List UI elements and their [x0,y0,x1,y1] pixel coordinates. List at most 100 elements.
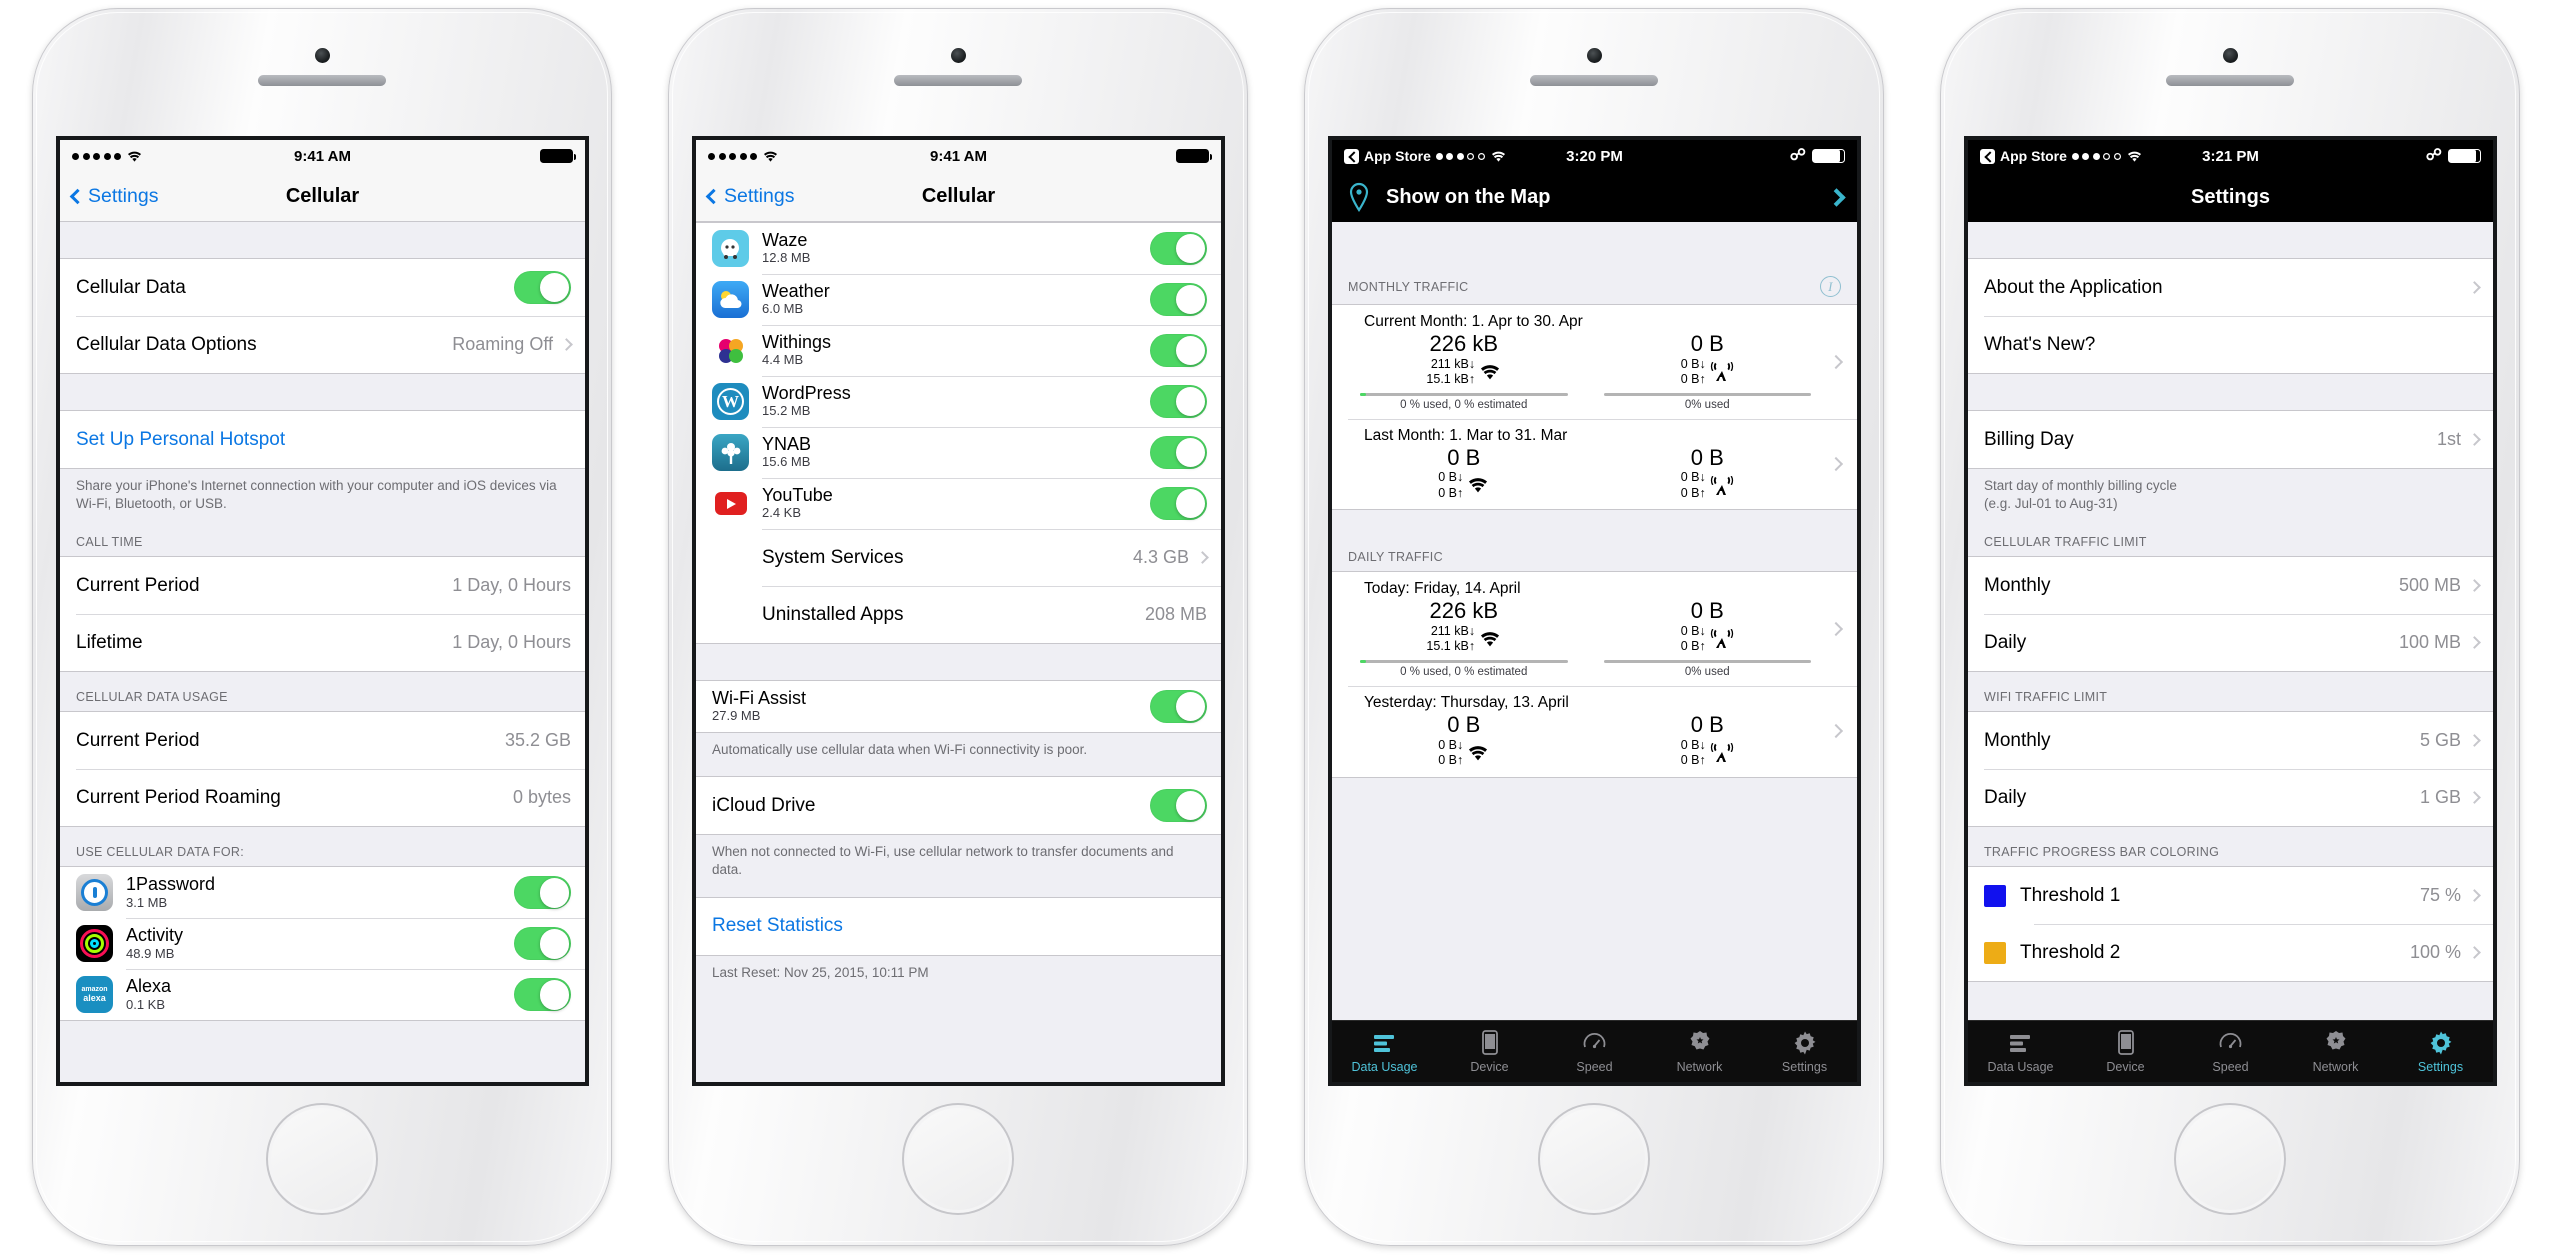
cellular-data-toggle[interactable] [514,271,571,304]
traffic-list[interactable]: MONTHLY TRAFFIC i Current Month: 1. Apr … [1332,222,1857,1020]
back-button-1[interactable]: Settings [69,185,158,208]
chevron-right-icon [1827,187,1846,207]
app-toggle-weather[interactable] [1150,283,1207,316]
row-label: Daily [1984,631,2027,653]
row-wifi-monthly[interactable]: Monthly 5 GB [1968,712,2493,770]
settings-list-2[interactable]: Waze 12.8 MB Weather 6.0 MB Withings 4.4… [696,222,1221,1082]
tab-device[interactable]: Device [2073,1021,2178,1082]
back-button-2[interactable]: Settings [705,185,794,208]
tab-settings[interactable]: Settings [1752,1021,1857,1082]
row-wifi-daily[interactable]: Daily 1 GB [1968,769,2493,827]
row-cellular-monthly[interactable]: Monthly 500 MB [1968,557,2493,615]
info-icon[interactable]: i [1820,276,1841,297]
row-call-time-lifetime[interactable]: Lifetime 1 Day, 0 Hours [60,614,585,672]
row-uninstalled-apps[interactable]: Uninstalled Apps 208 MB [696,586,1221,643]
home-button[interactable] [902,1103,1014,1215]
traffic-row-current-month[interactable]: Current Month: 1. Apr to 30. Apr 226 kB … [1332,305,1857,419]
settings-list-4[interactable]: About the Application What's New? Billin… [1968,222,2493,1020]
traffic-inner: Today: Friday, 14. April 226 kB 211 kB↓ … [1342,580,1829,678]
row-cellular-data[interactable]: Cellular Data [60,259,585,316]
screen-2: 9:41 AM Settings Cellular Waze 12.8 MB W… [696,140,1221,1082]
youtube-icon [712,485,749,522]
traffic-row-yesterday[interactable]: Yesterday: Thursday, 13. April 0 B 0 B↓ … [1332,685,1857,777]
chevron-right-icon [2468,734,2481,748]
row-wifi-assist[interactable]: Wi-Fi Assist 27.9 MB [696,681,1221,732]
row-threshold-1[interactable]: Threshold 1 75 % [1968,867,2493,925]
status-left-4: App Store [1980,148,2143,164]
tab-data-usage[interactable]: Data Usage [1332,1021,1437,1082]
cell-up: 0 B [1680,639,1700,654]
app-row-1password[interactable]: 1Password 3.1 MB [60,867,585,919]
cell-total: 0 B [1690,711,1724,737]
app-row-waze[interactable]: Waze 12.8 MB [696,223,1221,274]
home-button[interactable] [1538,1103,1650,1215]
status-back-app-4[interactable]: App Store [1980,148,2067,164]
icloud-drive-toggle[interactable] [1150,789,1207,823]
row-data-current-period[interactable]: Current Period 35.2 GB [60,712,585,770]
row-set-up-personal-hotspot[interactable]: Set Up Personal Hotspot [60,411,585,468]
group-about: About the Application What's New? [1968,258,2493,374]
home-button[interactable] [2174,1103,2286,1215]
row-cellular-daily[interactable]: Daily 100 MB [1968,614,2493,672]
traffic-row-last-month[interactable]: Last Month: 1. Mar to 31. Mar 0 B 0 B↓ 0… [1332,418,1857,510]
row-system-services[interactable]: System Services 4.3 GB [696,529,1221,586]
wifi-icon [1469,745,1488,760]
tab-network[interactable]: Network [1647,1021,1752,1082]
row-billing-day[interactable]: Billing Day 1st [1968,411,2493,468]
row-cellular-data-options[interactable]: Cellular Data Options Roaming Off [60,316,585,373]
show-on-map-bar[interactable]: Show on the Map [1332,172,1857,222]
map-pin-icon [1349,182,1369,212]
app-toggle-activity[interactable] [514,927,571,961]
row-call-time-current-period[interactable]: Current Period 1 Day, 0 Hours [60,557,585,615]
tab-data-usage[interactable]: Data Usage [1968,1021,2073,1082]
wifi-down-up: 0 B↓ 0 B↑ [1438,470,1464,500]
row-about-the-application[interactable]: About the Application [1968,259,2493,316]
app-row-alexa[interactable]: amazon alexa Alexa 0.1 KB [60,969,585,1021]
header-cellular-data-usage: CELLULAR DATA USAGE [60,672,585,712]
app-name: Activity [126,925,184,946]
app-row-weather[interactable]: Weather 6.0 MB [696,274,1221,325]
app-toggle-youtube[interactable] [1150,487,1207,520]
row-reset-statistics[interactable]: Reset Statistics [696,897,1221,955]
app-row-wordpress[interactable]: W WordPress 15.2 MB [696,376,1221,427]
home-button[interactable] [266,1103,378,1215]
row-threshold-2[interactable]: Threshold 2 100 % [1968,924,2493,982]
app-toggle-waze[interactable] [1150,232,1207,265]
tab-settings[interactable]: Settings [2388,1021,2493,1082]
app-toggle-wordpress[interactable] [1150,385,1207,418]
row-whats-new[interactable]: What's New? [1968,316,2493,373]
app-toggle-ynab[interactable] [1150,436,1207,469]
app-row-youtube[interactable]: YouTube 2.4 KB [696,478,1221,529]
app-row-activity[interactable]: Activity 48.9 MB [60,918,585,970]
traffic-columns: 226 kB 211 kB↓ 15.1 kB↑ 0 % used, 0 % es… [1342,331,1829,411]
traffic-period: Today: Friday, 14. April [1364,580,1521,598]
row-data-current-period-roaming[interactable]: Current Period Roaming 0 bytes [60,769,585,827]
chevron-right-icon [2468,636,2481,650]
app-size: 15.6 MB [762,454,811,470]
waze-icon [712,230,749,267]
app-toggle-1password[interactable] [514,876,571,910]
wifi-assist-toggle[interactable] [1150,690,1207,723]
phone-icon [1481,1030,1498,1056]
spacer [1968,222,2493,258]
settings-list-1[interactable]: Cellular Data Cellular Data Options Roam… [60,222,585,1082]
row-label: Monthly [1984,729,2051,751]
tab-speed[interactable]: Speed [2178,1021,2283,1082]
tab-label: Network [1676,1059,1723,1074]
wifi-down-up: 211 kB↓ 15.1 kB↑ [1426,356,1476,387]
tab-speed[interactable]: Speed [1542,1021,1647,1082]
screen-3: App Store 3:20 PM ☍ Show on the Map MONT… [1332,140,1857,1082]
status-left-2 [708,150,779,163]
row-icloud-drive[interactable]: iCloud Drive [696,777,1221,835]
status-back-app-3[interactable]: App Store [1344,148,1431,164]
tab-device[interactable]: Device [1437,1021,1542,1082]
tab-label: Speed [1576,1059,1613,1074]
app-row-withings[interactable]: Withings 4.4 MB [696,325,1221,376]
app-toggle-alexa[interactable] [514,978,571,1012]
app-name: Alexa [126,976,172,997]
app-row-ynab[interactable]: YNAB 15.6 MB [696,427,1221,478]
traffic-row-today[interactable]: Today: Friday, 14. April 226 kB 211 kB↓ … [1332,572,1857,686]
tab-network[interactable]: Network [2283,1021,2388,1082]
wifi-sub: 211 kB↓ 15.1 kB↑ [1342,624,1586,655]
app-toggle-withings[interactable] [1150,334,1207,367]
